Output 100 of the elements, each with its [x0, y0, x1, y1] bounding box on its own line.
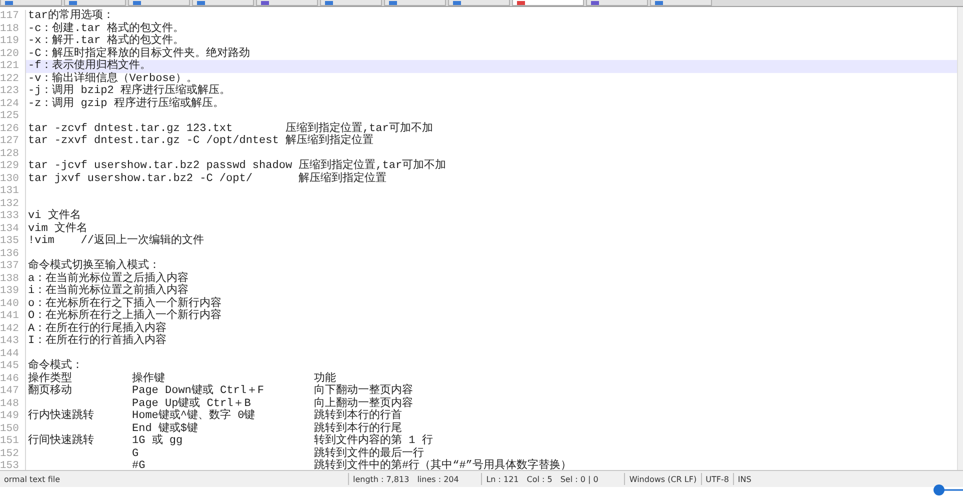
file-tab[interactable] [650, 0, 712, 6]
file-type: ormal text file [3, 474, 62, 484]
line-number: 131 [0, 185, 26, 198]
line-number: 135 [0, 235, 26, 248]
table-cell-text: Page Up键或 Ctrl＋B [132, 398, 251, 410]
encoding-info: UTF-8 [704, 474, 730, 484]
line-number: 128 [0, 148, 26, 160]
line-number: 132 [0, 198, 26, 210]
file-tab[interactable] [384, 0, 446, 6]
line-number: 137 [0, 260, 26, 272]
line-number: 122 [0, 72, 26, 85]
code-line: O：在光标所在行之上插入一个新行内容 [28, 310, 222, 322]
line-number: 126 [0, 122, 26, 135]
line-number: 133 [0, 210, 26, 222]
table-cell-text: 跳转到本行的行尾 [314, 422, 403, 434]
code-line: tar -zcvf dntest.tar.gz 123.txt 压缩到指定位置,tar可加不加 [28, 122, 433, 134]
code-line: vim 文件名 [28, 222, 88, 235]
insert-mode: INS [736, 474, 752, 484]
file-tab[interactable] [128, 0, 190, 6]
table-cell-text: 操作键 [132, 372, 166, 385]
line-number: 149 [0, 410, 26, 422]
line-number: 146 [0, 372, 26, 385]
table-cell-text: 操作类型 [28, 372, 73, 384]
line-number: 119 [0, 35, 26, 48]
table-cell-text: 转到文件内容的第 1 行 [314, 435, 434, 447]
column-info: Col : 5 [526, 474, 554, 484]
table-cell-text: 功能 [314, 372, 336, 384]
table-cell-text: Page Down键或 Ctrl＋F [132, 385, 266, 397]
code-line: !vim //返回上一次编辑的文件 [28, 235, 204, 248]
table-cell-text: 跳转到文件的最后一行 [314, 448, 425, 460]
table-cell-text: 向上翻动一整页内容 [314, 398, 414, 410]
file-tab[interactable] [448, 0, 510, 6]
table-cell-text: 行间快速跳转 [28, 435, 95, 448]
line-number: 120 [0, 48, 26, 60]
line-number: 152 [0, 448, 26, 460]
table-cell-text: Home键或^键、数字 0键 [132, 410, 256, 422]
file-tab[interactable] [192, 0, 254, 6]
code-line: i：在当前光标位置之前插入内容 [28, 285, 189, 298]
line-number: 134 [0, 222, 26, 235]
code-line: -C：解压时指定释放的目标文件夹。绝对路劲 [28, 48, 250, 60]
code-line: -x：解开.tar 格式的包文件。 [28, 35, 184, 47]
code-line: tar -zxvf dntest.tar.gz -C /opt/dntest 解压缩到指定位置 [28, 135, 374, 148]
file-tab[interactable] [64, 0, 126, 6]
line-number: 125 [0, 110, 26, 122]
file-tab[interactable] [512, 0, 584, 6]
table-cell-text: 跳转到文件中的第#行（其中“#”号用具体数字替换） [314, 460, 572, 470]
line-number: 139 [0, 285, 26, 298]
code-line: -c：创建.tar 格式的包文件。 [28, 22, 184, 34]
code-line: o：在光标所在行之下插入一个新行内容 [28, 298, 222, 310]
line-number: 145 [0, 360, 26, 372]
file-tab[interactable] [0, 0, 62, 6]
line-number: 140 [0, 298, 26, 310]
code-line: tar的常用选项： [28, 10, 114, 22]
line-number: 138 [0, 272, 26, 285]
line-number: 148 [0, 398, 26, 410]
length-info: length : 7,813 [352, 474, 410, 484]
line-number: 142 [0, 322, 26, 335]
table-cell-text: 翻页移动 [28, 385, 73, 398]
table-cell-text: 行内快速跳转 [28, 410, 95, 422]
table-cell-text: End 键或$键 [132, 422, 200, 434]
code-line: A：在所在行的行尾插入内容 [28, 322, 167, 334]
line-number: 141 [0, 310, 26, 322]
code-line: tar jxvf usershow.tar.bz2 -C /opt/ 解压缩到指定位置 [28, 172, 387, 185]
code-line: a：在当前光标位置之后插入内容 [28, 272, 189, 284]
file-tab[interactable] [586, 0, 648, 6]
code-line: -z：调用 gzip 程序进行压缩或解压。 [28, 98, 224, 110]
code-line: vi 文件名 [28, 210, 81, 222]
line-number: 124 [0, 98, 26, 110]
file-tab[interactable] [320, 0, 382, 6]
line-number: 143 [0, 335, 26, 348]
line-number: 136 [0, 248, 26, 260]
code-line: 命令模式： [28, 360, 83, 372]
code-line: -v：输出详细信息（Verbose）。 [28, 72, 198, 84]
line-number: 123 [0, 85, 26, 98]
line-number: 130 [0, 172, 26, 185]
line-info: Ln : 121 [485, 474, 520, 484]
selection-info: Sel : 0 | 0 [559, 474, 600, 484]
table-cell-text: #G [132, 460, 146, 470]
line-number: 144 [0, 348, 26, 360]
code-line: -f：表示使用归档文件。 [28, 60, 152, 72]
scrollbar[interactable] [957, 7, 963, 470]
slider-handle-icon[interactable] [933, 484, 963, 496]
line-number: 151 [0, 435, 26, 448]
code-line: -j：调用 bzip2 程序进行压缩或解压。 [28, 85, 230, 98]
table-cell-text: 向下翻动一整页内容 [314, 385, 414, 397]
line-number: 118 [0, 22, 26, 35]
code-line: 命令模式切换至输入模式： [28, 260, 160, 272]
line-number: 117 [0, 10, 26, 22]
table-cell-text: 跳转到本行的行首 [314, 410, 403, 422]
file-tab[interactable] [256, 0, 318, 6]
code-line: I：在所在行的行首插入内容 [28, 335, 167, 348]
line-number: 127 [0, 135, 26, 148]
line-number: 147 [0, 385, 26, 398]
line-number: 150 [0, 422, 26, 435]
eol-info: Windows (CR LF) [628, 474, 698, 484]
lines-info: lines : 204 [416, 474, 460, 484]
table-cell-text: 1G 或 gg [132, 435, 184, 448]
line-number: 129 [0, 160, 26, 172]
code-line: tar -jcvf usershow.tar.bz2 passwd shadow 压缩到指定位置,tar可加不加 [28, 160, 446, 172]
table-cell-text: G [132, 448, 140, 460]
